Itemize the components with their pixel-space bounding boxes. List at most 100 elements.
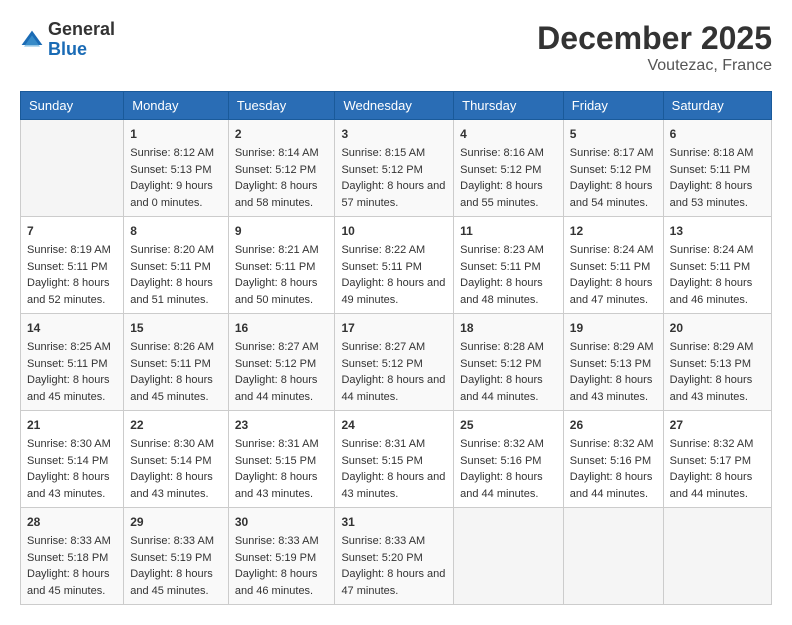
calendar-cell: 28Sunrise: 8:33 AMSunset: 5:18 PMDayligh… [21, 508, 124, 605]
daylight-text: Daylight: 8 hours and 52 minutes. [27, 275, 117, 308]
calendar-cell: 25Sunrise: 8:32 AMSunset: 5:16 PMDayligh… [454, 411, 564, 508]
day-number: 6 [670, 125, 765, 143]
day-number: 2 [235, 125, 329, 143]
calendar-week-row: 14Sunrise: 8:25 AMSunset: 5:11 PMDayligh… [21, 314, 772, 411]
calendar-cell: 6Sunrise: 8:18 AMSunset: 5:11 PMDaylight… [663, 120, 771, 217]
daylight-text: Daylight: 8 hours and 51 minutes. [130, 275, 222, 308]
calendar-cell: 26Sunrise: 8:32 AMSunset: 5:16 PMDayligh… [563, 411, 663, 508]
calendar-cell: 15Sunrise: 8:26 AMSunset: 5:11 PMDayligh… [124, 314, 229, 411]
sunrise-text: Sunrise: 8:30 AM [27, 436, 117, 453]
location: Voutezac, France [537, 57, 772, 75]
sunset-text: Sunset: 5:12 PM [341, 356, 447, 373]
day-number: 31 [341, 513, 447, 531]
sunset-text: Sunset: 5:14 PM [130, 453, 222, 470]
sunset-text: Sunset: 5:11 PM [27, 259, 117, 276]
day-number: 21 [27, 416, 117, 434]
sunset-text: Sunset: 5:11 PM [670, 259, 765, 276]
daylight-text: Daylight: 8 hours and 44 minutes. [341, 372, 447, 405]
daylight-text: Daylight: 8 hours and 43 minutes. [27, 469, 117, 502]
calendar-cell: 10Sunrise: 8:22 AMSunset: 5:11 PMDayligh… [335, 217, 454, 314]
day-number: 3 [341, 125, 447, 143]
sunset-text: Sunset: 5:11 PM [570, 259, 657, 276]
logo-general: General [48, 20, 115, 40]
day-number: 16 [235, 319, 329, 337]
calendar-cell: 22Sunrise: 8:30 AMSunset: 5:14 PMDayligh… [124, 411, 229, 508]
sunrise-text: Sunrise: 8:32 AM [570, 436, 657, 453]
sunrise-text: Sunrise: 8:15 AM [341, 145, 447, 162]
daylight-text: Daylight: 8 hours and 48 minutes. [460, 275, 557, 308]
sunset-text: Sunset: 5:20 PM [341, 550, 447, 567]
page-header: General Blue December 2025 Voutezac, Fra… [20, 20, 772, 75]
day-number: 8 [130, 222, 222, 240]
day-number: 18 [460, 319, 557, 337]
day-number: 19 [570, 319, 657, 337]
sunset-text: Sunset: 5:12 PM [235, 356, 329, 373]
calendar-cell: 24Sunrise: 8:31 AMSunset: 5:15 PMDayligh… [335, 411, 454, 508]
daylight-text: Daylight: 8 hours and 47 minutes. [341, 566, 447, 599]
daylight-text: Daylight: 8 hours and 47 minutes. [570, 275, 657, 308]
sunset-text: Sunset: 5:14 PM [27, 453, 117, 470]
day-number: 20 [670, 319, 765, 337]
day-number: 10 [341, 222, 447, 240]
day-number: 15 [130, 319, 222, 337]
sunset-text: Sunset: 5:12 PM [235, 162, 329, 179]
calendar-cell: 27Sunrise: 8:32 AMSunset: 5:17 PMDayligh… [663, 411, 771, 508]
calendar-cell: 19 Sunrise: 8:29 AMSunset: 5:13 PMDayligh… [563, 314, 663, 411]
sunrise-text: Sunrise: 8:33 AM [341, 533, 447, 550]
sunrise-text: Sunrise: 8:33 AM [27, 533, 117, 550]
day-number: 13 [670, 222, 765, 240]
calendar-cell: 5Sunrise: 8:17 AMSunset: 5:12 PMDaylight… [563, 120, 663, 217]
sunrise-text: Sunrise: 8:30 AM [130, 436, 222, 453]
header-day: Tuesday [228, 92, 335, 120]
calendar-cell: 14Sunrise: 8:25 AMSunset: 5:11 PMDayligh… [21, 314, 124, 411]
logo-blue: Blue [48, 40, 115, 60]
sunset-text: Sunset: 5:13 PM [670, 356, 765, 373]
calendar-cell: 13Sunrise: 8:24 AMSunset: 5:11 PMDayligh… [663, 217, 771, 314]
calendar-cell: 31 Sunrise: 8:33 AMSunset: 5:20 PMDayligh… [335, 508, 454, 605]
sunset-text: Sunset: 5:15 PM [235, 453, 329, 470]
sunset-text: Sunset: 5:16 PM [460, 453, 557, 470]
day-number: 28 [27, 513, 117, 531]
day-number: 25 [460, 416, 557, 434]
daylight-text: Daylight: 8 hours and 44 minutes. [460, 469, 557, 502]
calendar-cell: 18Sunrise: 8:28 AMSunset: 5:12 PMDayligh… [454, 314, 564, 411]
daylight-text: Daylight: 9 hours and 0 minutes. [130, 178, 222, 211]
day-number: 27 [670, 416, 765, 434]
sunset-text: Sunset: 5:17 PM [670, 453, 765, 470]
sunset-text: Sunset: 5:13 PM [570, 356, 657, 373]
day-number: 26 [570, 416, 657, 434]
sunset-text: Sunset: 5:12 PM [460, 162, 557, 179]
sunset-text: Sunset: 5:11 PM [235, 259, 329, 276]
daylight-text: Daylight: 8 hours and 46 minutes. [670, 275, 765, 308]
sunset-text: Sunset: 5:11 PM [460, 259, 557, 276]
day-number: 29 [130, 513, 222, 531]
sunset-text: Sunset: 5:11 PM [130, 259, 222, 276]
calendar-cell: 11Sunrise: 8:23 AMSunset: 5:11 PMDayligh… [454, 217, 564, 314]
sunrise-text: Sunrise: 8:27 AM [235, 339, 329, 356]
sunrise-text: Sunrise: 8:29 AM [570, 339, 657, 356]
sunrise-text: Sunrise: 8:20 AM [130, 242, 222, 259]
calendar-cell: 2Sunrise: 8:14 AMSunset: 5:12 PMDaylight… [228, 120, 335, 217]
sunrise-text: Sunrise: 8:21 AM [235, 242, 329, 259]
calendar-body: 1Sunrise: 8:12 AMSunset: 5:13 PMDaylight… [21, 120, 772, 605]
daylight-text: Daylight: 8 hours and 44 minutes. [670, 469, 765, 502]
daylight-text: Daylight: 8 hours and 50 minutes. [235, 275, 329, 308]
calendar-cell [563, 508, 663, 605]
sunset-text: Sunset: 5:12 PM [570, 162, 657, 179]
sunrise-text: Sunrise: 8:22 AM [341, 242, 447, 259]
daylight-text: Daylight: 8 hours and 43 minutes. [570, 372, 657, 405]
daylight-text: Daylight: 8 hours and 43 minutes. [341, 469, 447, 502]
sunset-text: Sunset: 5:16 PM [570, 453, 657, 470]
sunrise-text: Sunrise: 8:16 AM [460, 145, 557, 162]
sunrise-text: Sunrise: 8:17 AM [570, 145, 657, 162]
calendar-table: SundayMondayTuesdayWednesdayThursdayFrid… [20, 91, 772, 605]
header-day: Monday [124, 92, 229, 120]
day-number: 9 [235, 222, 329, 240]
sunset-text: Sunset: 5:19 PM [130, 550, 222, 567]
sunrise-text: Sunrise: 8:25 AM [27, 339, 117, 356]
calendar-cell: 1Sunrise: 8:12 AMSunset: 5:13 PMDaylight… [124, 120, 229, 217]
sunrise-text: Sunrise: 8:29 AM [670, 339, 765, 356]
daylight-text: Daylight: 8 hours and 43 minutes. [235, 469, 329, 502]
daylight-text: Daylight: 8 hours and 58 minutes. [235, 178, 329, 211]
calendar-cell: 20Sunrise: 8:29 AMSunset: 5:13 PMDayligh… [663, 314, 771, 411]
